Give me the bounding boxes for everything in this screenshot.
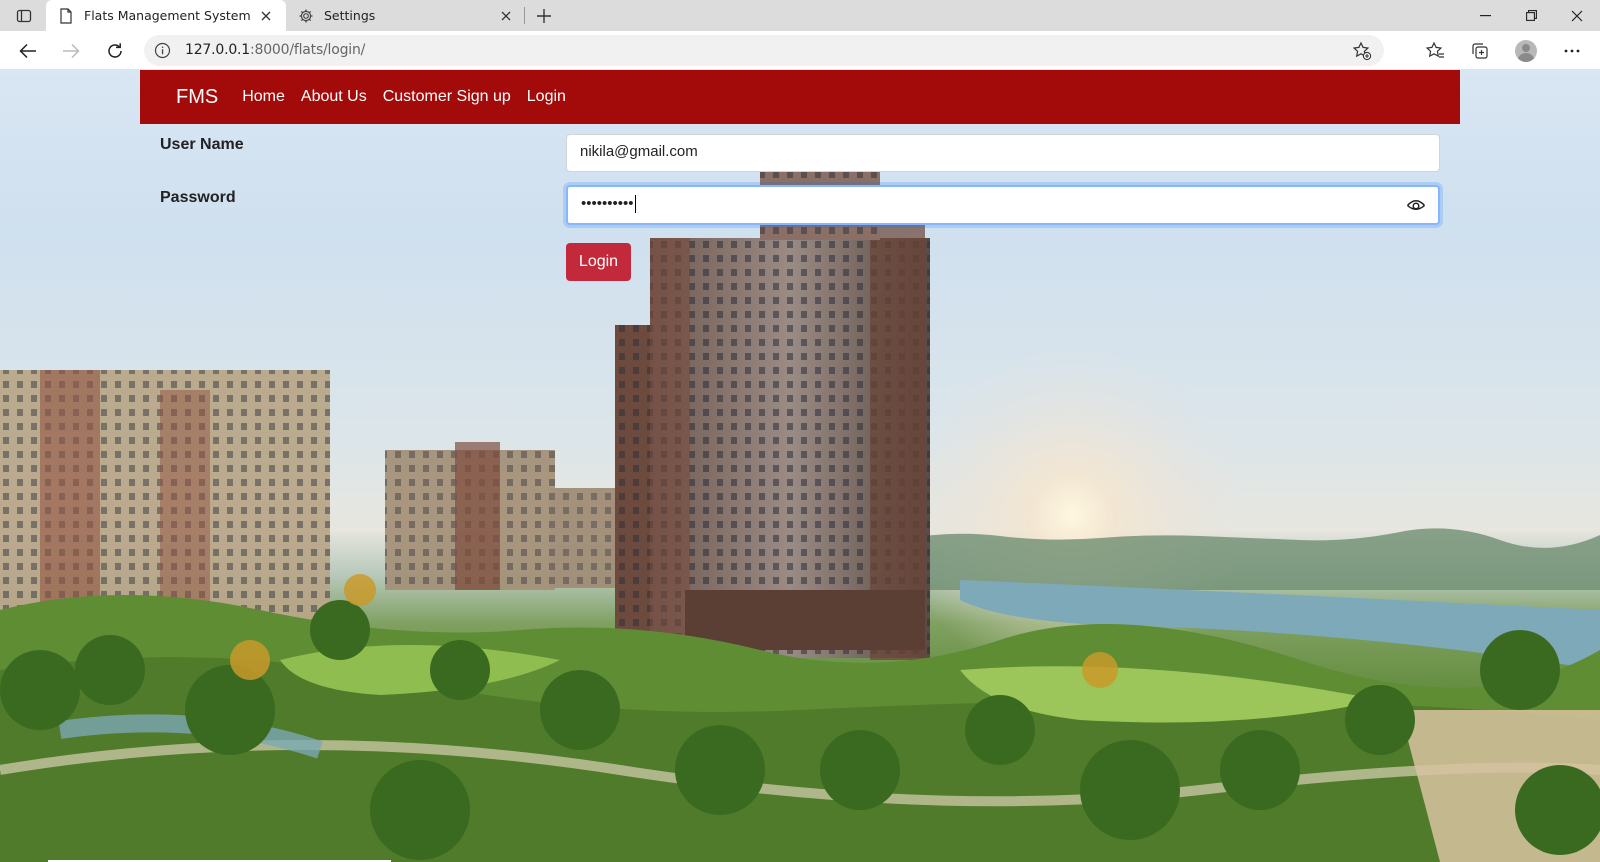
nav-link-about-us[interactable]: About Us <box>301 88 367 106</box>
browser-tab-strip: Flats Management System Settings <box>0 0 1600 31</box>
new-tab-icon[interactable] <box>532 4 556 28</box>
password-label: Password <box>160 189 236 206</box>
tab-actions-icon[interactable] <box>12 6 36 26</box>
username-value: nikila@gmail.com <box>580 143 698 160</box>
info-icon[interactable] <box>154 42 171 59</box>
brand-logo[interactable]: FMS <box>176 86 218 109</box>
password-value: •••••••••• <box>581 195 634 212</box>
close-window-icon[interactable] <box>1554 0 1600 31</box>
text-caret <box>634 195 636 214</box>
collections-icon[interactable] <box>1465 36 1495 66</box>
browser-toolbar: 127.0.0.1:8000/flats/login/ <box>0 31 1600 70</box>
nav-link-login[interactable]: Login <box>527 88 566 106</box>
close-icon[interactable] <box>496 6 516 26</box>
more-options-icon[interactable] <box>1557 36 1587 66</box>
tab-flats-management[interactable]: Flats Management System <box>46 0 286 31</box>
username-field[interactable]: nikila@gmail.com <box>566 134 1440 172</box>
page-icon <box>58 7 74 24</box>
back-arrow-icon[interactable] <box>13 36 43 66</box>
favorites-icon[interactable] <box>1420 36 1450 66</box>
profile-icon[interactable] <box>1511 36 1541 66</box>
close-icon[interactable] <box>256 6 276 26</box>
tab-title: Flats Management System <box>84 8 251 23</box>
restore-icon[interactable] <box>1508 0 1554 31</box>
forward-arrow-icon[interactable] <box>56 36 86 66</box>
tab-settings[interactable]: Settings <box>286 0 526 31</box>
gear-icon <box>298 8 314 24</box>
username-label: User Name <box>160 136 244 153</box>
login-button[interactable]: Login <box>566 243 631 281</box>
minimize-icon[interactable] <box>1462 0 1508 31</box>
reveal-password-eye-icon[interactable] <box>1406 196 1426 214</box>
add-favorite-icon[interactable] <box>1352 41 1372 61</box>
tab-title: Settings <box>324 8 376 23</box>
tab-divider <box>524 7 525 24</box>
refresh-icon[interactable] <box>100 36 130 66</box>
address-bar[interactable]: 127.0.0.1:8000/flats/login/ <box>144 35 1384 66</box>
url-text: 127.0.0.1:8000/flats/login/ <box>185 42 366 58</box>
nav-link-customer-sign-up[interactable]: Customer Sign up <box>383 88 511 106</box>
main-navbar: FMS Home About Us Customer Sign up Login <box>140 70 1460 124</box>
password-field[interactable]: •••••••••• <box>566 185 1440 225</box>
nav-link-home[interactable]: Home <box>242 88 285 106</box>
avatar <box>1515 40 1537 62</box>
login-page: FMS Home About Us Customer Sign up Login… <box>0 70 1600 862</box>
